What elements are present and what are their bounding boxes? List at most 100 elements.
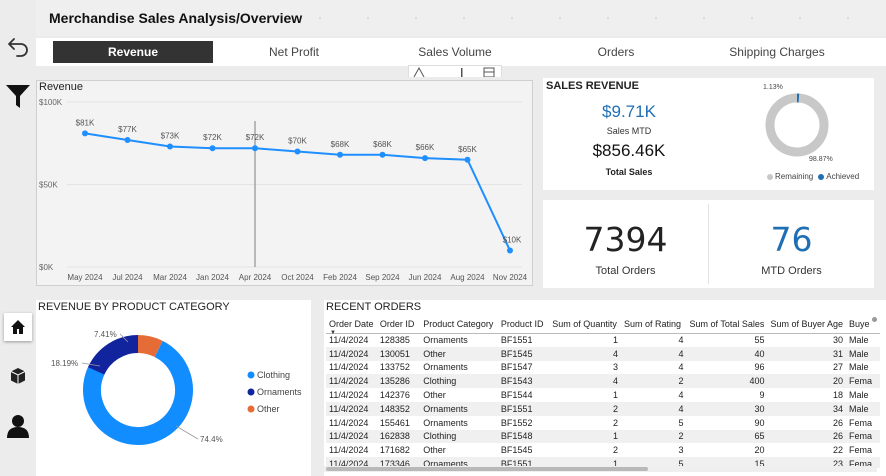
table-cell: 400 [686, 374, 768, 389]
table-cell: 4 [549, 374, 622, 389]
table-header-row: Order Date ▼ Order ID Product Category Produ… [326, 315, 880, 336]
table-cell: Ornaments [423, 335, 468, 346]
data-point [422, 155, 428, 162]
data-label: $72K [203, 133, 222, 142]
table-row[interactable]: 11/4/2024 162838 Clothing BF1548 1 2 65 26 Fema [326, 429, 880, 444]
table-cell: 135286 [376, 374, 421, 389]
filter-icon[interactable] [4, 82, 32, 110]
table-cell: 130051 [376, 346, 421, 361]
sort-descending-icon[interactable]: ▼ [330, 330, 336, 336]
table-cell: 148352 [376, 401, 421, 416]
column-header[interactable]: Sum of Buyer Age [767, 315, 847, 334]
y-tick-label: $0K [39, 263, 54, 272]
column-header[interactable]: Product Category [420, 315, 498, 334]
horizontal-scrollbar-thumb[interactable] [326, 467, 648, 471]
table-cell: 11/4/2024 [329, 390, 369, 401]
table-row[interactable]: 11/4/2024 135286 Clothing BF1543 4 2 400 20 Fema [326, 374, 880, 389]
column-header[interactable]: Order Date ▼ [326, 315, 377, 336]
tab-bar: Revenue Net Profit Sales Volume Orders S… [36, 38, 886, 66]
column-header[interactable]: Buye [846, 315, 880, 334]
table-cell: 96 [754, 362, 765, 373]
home-icon[interactable] [4, 313, 32, 341]
tab-net-profit[interactable]: Net Profit [214, 41, 374, 63]
pin-icon[interactable] [413, 67, 425, 77]
table-cell: 22 [833, 445, 844, 456]
legend-remaining-marker [767, 173, 773, 180]
table-cell: Fema [846, 374, 880, 389]
orders-table-container: Order Date ▼ Order ID Product Category Produ… [326, 315, 880, 468]
x-tick-label: May 2024 [67, 273, 103, 282]
data-label: $10K [503, 236, 522, 245]
x-tick-label: Jan 2024 [196, 273, 229, 282]
more-options-icon[interactable] [459, 67, 465, 77]
category-donut-svg[interactable]: 74.4% 18.19% 7.41% Clothing Ornaments Other [36, 316, 311, 476]
table-row[interactable]: 11/4/2024 128385 Ornaments BF1551 1 4 55 30 Male [326, 333, 880, 347]
donut-remaining-slice[interactable] [765, 93, 829, 157]
mtd-orders-label: MTD Orders [761, 265, 822, 277]
table-row[interactable]: 11/4/2024 171682 Other BF1545 2 3 20 22 Fema [326, 443, 880, 457]
table-cell: 11/4/2024 [326, 401, 377, 416]
data-point [464, 156, 471, 163]
legend-label: Other [257, 404, 280, 414]
table-cell: Male [846, 401, 880, 416]
table-cell: 2 [613, 417, 619, 428]
table-cell: BF1544 [500, 390, 533, 401]
table-row[interactable]: 11/4/2024 142376 Other BF1544 1 4 9 18 Male [326, 388, 880, 402]
table-cell: 20 [767, 374, 847, 389]
data-point [379, 151, 386, 158]
table-cell: 20 [754, 445, 765, 456]
slice-data-label: 18.19% [51, 359, 78, 368]
horizontal-scrollbar-track[interactable] [324, 466, 877, 472]
recent-orders-title: RECENT ORDERS [326, 301, 422, 313]
sales-mtd-value: $9.71K [602, 102, 656, 121]
focus-mode-icon[interactable] [483, 67, 495, 77]
table-cell: 4 [678, 335, 684, 346]
table-cell: 171682 [379, 445, 410, 456]
table-cell: BF1543 [497, 374, 550, 389]
column-header[interactable]: Sum of Total Sales [686, 315, 768, 334]
slice-data-label: 7.41% [94, 330, 117, 339]
table-cell: 9 [759, 390, 765, 401]
x-tick-label: Nov 2024 [493, 273, 528, 282]
data-label: $81K [76, 118, 95, 127]
table-row[interactable]: 11/4/2024 148352 Ornaments BF1551 2 4 30 34 Male [326, 401, 880, 416]
column-header[interactable]: Sum of Rating [621, 315, 687, 334]
legend-marker [247, 371, 255, 379]
table-cell: Male [849, 335, 869, 346]
table-cell: BF1545 [500, 445, 533, 456]
table-cell: Clothing [420, 374, 498, 389]
table-cell: 90 [754, 417, 765, 428]
column-header[interactable]: Order ID [376, 315, 421, 334]
tab-revenue[interactable]: Revenue [53, 41, 213, 63]
x-tick-label: Sep 2024 [365, 273, 400, 282]
sales-target-donut[interactable] [758, 86, 838, 166]
orders-table: Order Date ▼ Order ID Product Category Produ… [326, 315, 880, 468]
table-cell: 11/4/2024 [329, 417, 369, 428]
table-row[interactable]: 11/4/2024 133752 Ornaments BF1547 3 4 96 27 Male [326, 361, 880, 375]
table-cell: 31 [767, 346, 847, 361]
data-label: $70K [288, 137, 307, 146]
back-arrow-icon[interactable] [4, 32, 32, 60]
table-row[interactable]: 11/4/2024 130051 Other BF1545 4 4 40 31 Male [326, 346, 880, 361]
tab-shipping-charges[interactable]: Shipping Charges [697, 41, 857, 63]
legend-marker [247, 388, 255, 396]
donut-achieved-label: 1.13% [763, 84, 783, 91]
table-cell: BF1545 [497, 346, 550, 361]
x-tick-label: Aug 2024 [450, 273, 485, 282]
revenue-line-chart[interactable]: Revenue $0K $50K $100K $81K May 2024 $77K Jul … [36, 80, 533, 286]
table-cell: Clothing [420, 429, 498, 444]
column-header[interactable]: Product ID [497, 315, 550, 334]
table-cell: 1 [549, 429, 622, 444]
tab-orders[interactable]: Orders [536, 41, 696, 63]
donut-remaining-label: 98.87% [809, 156, 833, 163]
data-point [124, 136, 131, 143]
sales-mtd-label: Sales MTD [606, 126, 652, 136]
data-label: $77K [118, 125, 137, 134]
user-icon[interactable] [4, 412, 32, 440]
column-header[interactable]: Sum of Quantity [549, 315, 622, 334]
table-row[interactable]: 11/4/2024 155461 Ornaments BF1552 2 5 90 26 Fema [326, 416, 880, 430]
table-cell: Ornaments [423, 362, 468, 373]
tab-sales-volume[interactable]: Sales Volume [375, 41, 535, 63]
box-icon[interactable] [4, 362, 32, 390]
table-cell: Male [849, 390, 869, 401]
